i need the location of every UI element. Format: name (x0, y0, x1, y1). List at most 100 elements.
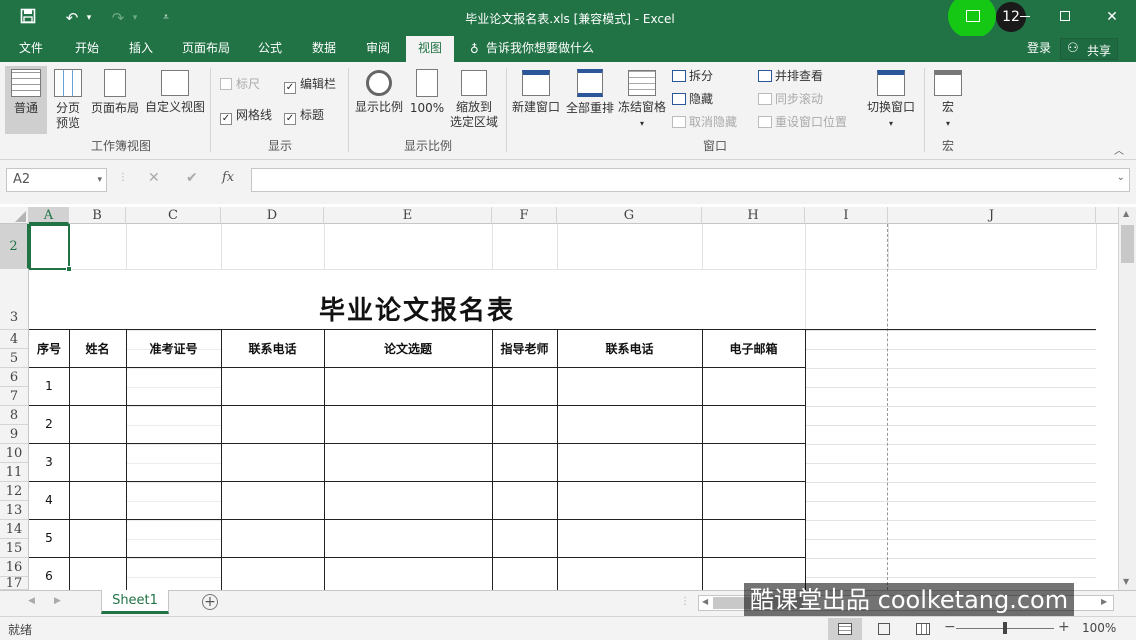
sign-in-link[interactable]: 登录 (1022, 36, 1056, 62)
insert-function-icon[interactable]: fx (222, 170, 234, 185)
tell-me-search[interactable]: 告诉我你想要做什么 (486, 36, 606, 62)
scroll-left-icon[interactable]: ◀ (702, 597, 708, 606)
zoom-level[interactable]: 100% (1082, 621, 1116, 635)
cancel-icon[interactable]: ✕ (148, 170, 160, 186)
row-header[interactable]: 6 (0, 368, 29, 387)
active-cell[interactable] (29, 224, 70, 270)
column-header[interactable]: H (702, 207, 805, 224)
row-header[interactable]: 10 (0, 444, 29, 463)
sequence-cell[interactable]: 5 (29, 531, 69, 545)
column-header[interactable]: E (324, 207, 492, 224)
add-sheet-icon[interactable]: + (202, 594, 218, 610)
column-header[interactable]: C (126, 207, 221, 224)
new-window-button[interactable]: 新建窗口 (510, 66, 562, 134)
minimize-button[interactable] (1020, 16, 1030, 17)
row-header[interactable]: 4 (0, 330, 29, 349)
minimize-icon[interactable] (1010, 8, 1034, 30)
row-header[interactable]: 12 (0, 482, 29, 501)
formula-bar-checkbox[interactable]: ✓ 编辑栏 (284, 76, 336, 94)
table-header-cell[interactable]: 指导老师 (492, 340, 557, 357)
row-header[interactable]: 16 (0, 558, 29, 577)
ruler-checkbox[interactable]: 标尺 (220, 76, 260, 92)
page-break-status-icon[interactable] (916, 623, 930, 635)
row-header[interactable]: 8 (0, 406, 29, 425)
column-header[interactable]: J (888, 207, 1096, 224)
sequence-cell[interactable]: 3 (29, 455, 69, 469)
table-header-cell[interactable]: 论文选题 (324, 340, 492, 357)
close-icon[interactable]: ✕ (1100, 6, 1124, 28)
sequence-cell[interactable]: 2 (29, 417, 69, 431)
column-header[interactable]: I (805, 207, 888, 224)
tab-home[interactable]: 开始 (64, 36, 110, 62)
scroll-right-icon[interactable]: ▶ (1101, 597, 1107, 606)
fill-handle[interactable] (66, 266, 72, 272)
unhide-button[interactable]: 取消隐藏 (672, 114, 737, 130)
column-header[interactable]: A (29, 207, 69, 224)
zoom-button[interactable]: 显示比例 (354, 66, 404, 134)
gridlines-checkbox[interactable]: ✓ 网格线 (220, 107, 272, 125)
sequence-cell[interactable]: 6 (29, 569, 69, 583)
enter-icon[interactable]: ✔ (186, 170, 198, 186)
tab-insert[interactable]: 插入 (118, 36, 164, 62)
sheet-tab-sheet1[interactable]: Sheet1 (101, 590, 169, 614)
freeze-panes-button[interactable]: 冻结窗格 ▾ (616, 66, 668, 134)
switch-windows-button[interactable]: 切换窗口 ▾ (864, 66, 918, 134)
table-header-cell[interactable]: 联系电话 (557, 340, 702, 357)
page-layout-status-icon[interactable] (878, 623, 890, 635)
zoom-to-selection-button[interactable]: 缩放到 选定区域 (448, 66, 500, 134)
zoom-out-icon[interactable]: − (944, 619, 956, 635)
tab-file[interactable]: 文件 (8, 36, 54, 62)
tab-data[interactable]: 数据 (304, 36, 344, 62)
synchronous-scrolling-button[interactable]: 同步滚动 (758, 91, 823, 107)
view-side-by-side-button[interactable]: 并排查看 (758, 68, 823, 84)
table-header-cell[interactable]: 准考证号 (126, 340, 221, 357)
reset-window-position-button[interactable]: 重设窗口位置 (758, 114, 847, 130)
row-header[interactable]: 2 (0, 224, 29, 269)
zoom-100-button[interactable]: 100% (408, 66, 446, 134)
split-button[interactable]: 拆分 (672, 68, 713, 84)
next-sheet-icon[interactable]: ▶ (54, 596, 61, 606)
zoom-in-icon[interactable]: + (1058, 619, 1070, 635)
zoom-slider-thumb[interactable] (1003, 622, 1007, 634)
row-header[interactable]: 3 (0, 269, 29, 330)
chevron-down-icon[interactable]: ▾ (97, 169, 102, 191)
hide-button[interactable]: 隐藏 (672, 91, 713, 107)
row-header[interactable]: 9 (0, 425, 29, 444)
page-layout-view-button[interactable]: 页面布局 (88, 66, 142, 134)
row-header[interactable]: 13 (0, 501, 29, 520)
page-break-preview-button[interactable]: 分页 预览 (50, 66, 86, 134)
expand-formula-bar-icon[interactable]: ⌄ (1117, 172, 1125, 183)
headings-checkbox[interactable]: ✓ 标题 (284, 107, 324, 125)
worksheet-grid[interactable]: 毕业论文报名表 序号 姓名 准考证号 联系电话 论文选题 指导老师 联系电话 电子邮箱 1 2 3 4 5… (29, 224, 1118, 590)
row-header[interactable]: 5 (0, 349, 29, 368)
scroll-up-icon[interactable]: ▲ (1123, 209, 1129, 218)
ribbon-display-options-icon[interactable] (966, 10, 980, 22)
column-header[interactable]: B (69, 207, 126, 224)
row-header[interactable]: 15 (0, 539, 29, 558)
custom-views-button[interactable]: 自定义视图 (144, 66, 206, 134)
scroll-thumb[interactable] (1121, 225, 1134, 263)
vertical-scrollbar[interactable]: ▲ ▼ (1118, 207, 1136, 590)
save-icon[interactable] (18, 8, 38, 28)
row-header[interactable]: 7 (0, 387, 29, 406)
column-header[interactable]: D (221, 207, 324, 224)
sequence-cell[interactable]: 1 (29, 379, 69, 393)
customize-quick-access-icon[interactable]: ⩡ (158, 8, 174, 28)
scroll-down-icon[interactable]: ▼ (1123, 577, 1129, 586)
column-header[interactable]: G (557, 207, 702, 224)
tab-formulas[interactable]: 公式 (250, 36, 290, 62)
name-box[interactable]: A2 ▾ (6, 168, 107, 192)
column-header[interactable]: F (492, 207, 557, 224)
undo-dropdown-icon[interactable]: ▾ (84, 8, 94, 28)
tab-review[interactable]: 审阅 (358, 36, 398, 62)
tab-page-layout[interactable]: 页面布局 (174, 36, 238, 62)
tab-split-grip-icon[interactable]: ⋮ (680, 596, 690, 607)
tab-view[interactable]: 视图 (406, 36, 454, 62)
collapse-ribbon-icon[interactable]: ︿ (1114, 142, 1124, 157)
formula-input[interactable]: ⌄ (251, 168, 1130, 192)
normal-view-status-button[interactable] (828, 618, 862, 640)
table-header-cell[interactable]: 电子邮箱 (702, 340, 805, 357)
sequence-cell[interactable]: 4 (29, 493, 69, 507)
row-header[interactable]: 17 (0, 577, 29, 590)
redo-icon[interactable]: ↷ (106, 8, 130, 28)
